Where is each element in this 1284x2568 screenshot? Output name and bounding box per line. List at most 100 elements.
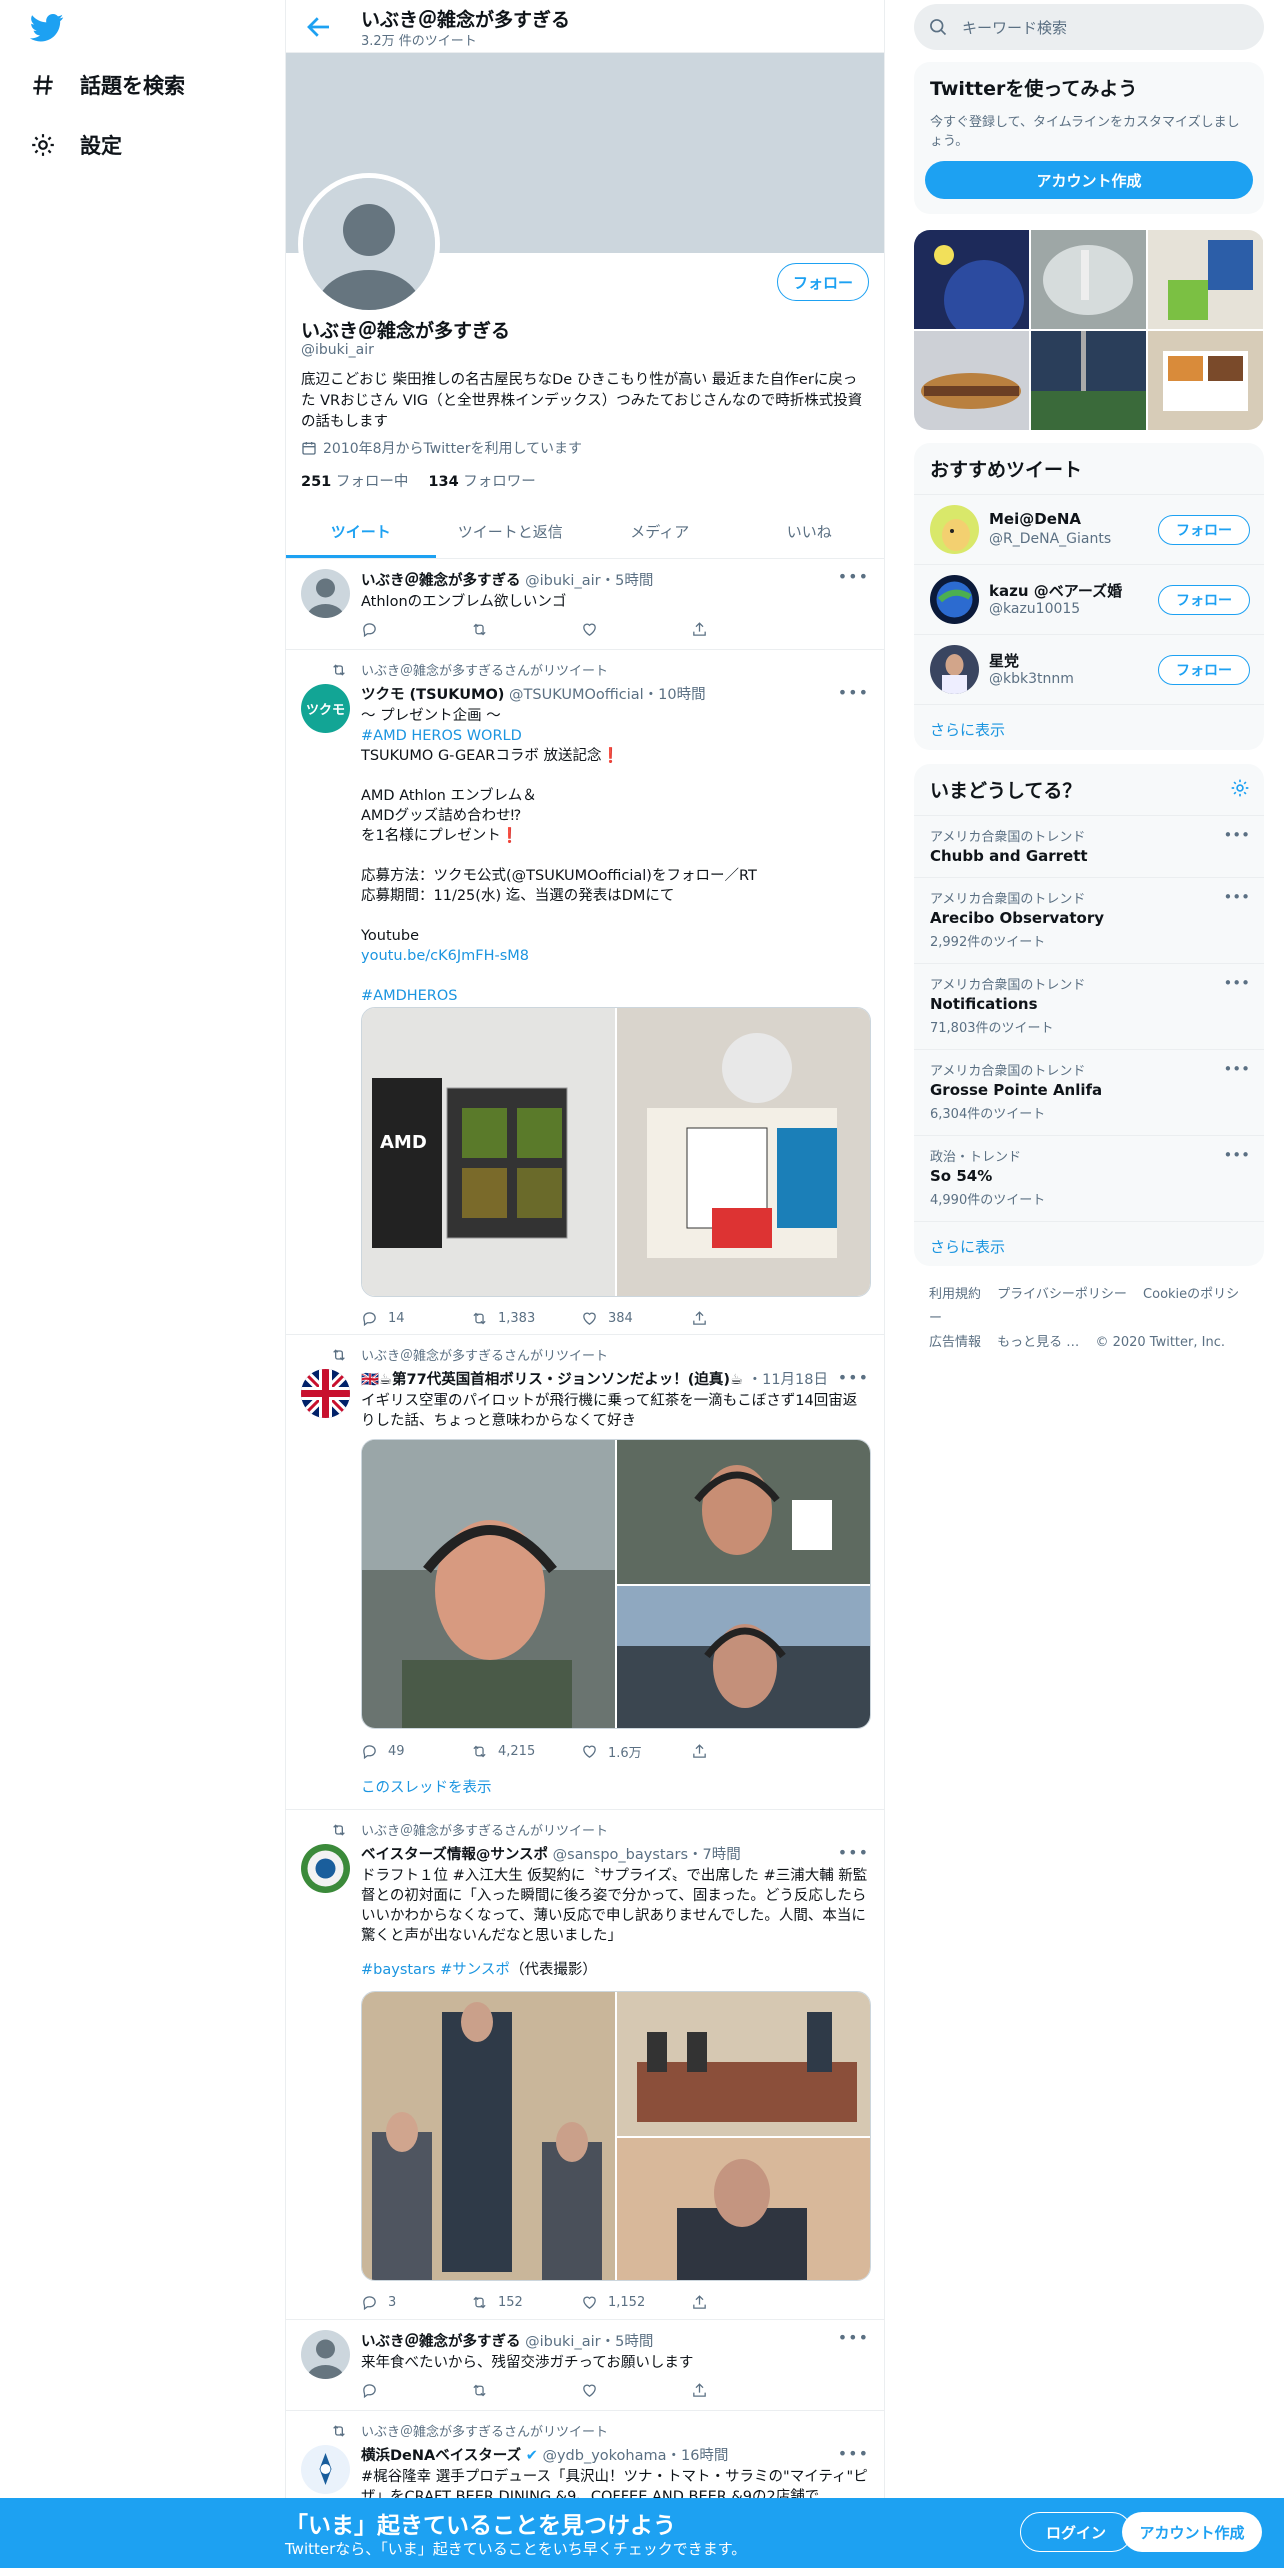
like-button[interactable] [581, 2382, 691, 2399]
avatar[interactable] [301, 1844, 350, 1893]
recommended-show-more[interactable]: さらに表示 [914, 704, 1264, 750]
tweet[interactable]: いぶき＠雑念が多すぎるさんがリツイート ベイスターズ情報@サンスポ @sansp… [286, 1810, 884, 2320]
share-button[interactable] [691, 621, 801, 638]
share-button[interactable] [691, 2294, 801, 2311]
tweet-author[interactable]: 横浜DeNAベイスターズ [361, 2448, 521, 2464]
avatar[interactable] [930, 575, 979, 624]
tweet-media[interactable]: AMD [361, 1007, 871, 1297]
reply-button[interactable]: 3 [361, 2294, 471, 2311]
avatar[interactable] [301, 2445, 350, 2494]
tab-likes[interactable]: いいね [735, 505, 885, 558]
reply-button[interactable]: 49 [361, 1742, 471, 1761]
media-image[interactable] [617, 2138, 870, 2280]
tweet-media[interactable] [361, 1439, 871, 1729]
more-icon[interactable]: ••• [1223, 1060, 1250, 1078]
tab-tweets[interactable]: ツイート [286, 505, 436, 558]
avatar[interactable] [930, 505, 979, 554]
media-thumb[interactable] [1031, 331, 1146, 430]
share-button[interactable] [691, 2382, 801, 2399]
tweet[interactable]: いぶき＠雑念が多すぎるさんがリツイート 🇬🇧☕第77代英国首相ボリス・ジョンソン… [286, 1335, 884, 1810]
more-icon[interactable]: ••• [838, 2444, 869, 2463]
more-icon[interactable]: ••• [838, 683, 869, 702]
recommended-user[interactable]: kazu @ベアーズ婚 @kazu10015 フォロー [914, 564, 1264, 634]
recommended-user[interactable]: 星党 @kbk3tnnm フォロー [914, 634, 1264, 704]
search-input[interactable]: キーワード検索 [914, 4, 1264, 50]
trend-item[interactable]: アメリカ合衆国のトレンド Chubb and Garrett ••• [914, 815, 1264, 877]
reply-button[interactable] [361, 2382, 471, 2399]
more-icon[interactable]: ••• [838, 567, 869, 586]
avatar[interactable]: ツクモ [301, 684, 350, 733]
media-image[interactable] [362, 1440, 615, 1728]
tweet-link[interactable]: youtu.be/cK6JmFH-sM8 [361, 946, 871, 966]
followers-link[interactable]: 134 フォロワー [428, 470, 535, 491]
retweet-button[interactable]: 152 [471, 2294, 581, 2311]
trend-item[interactable]: 政治・トレンド So 54% 4,990件のツイート ••• [914, 1135, 1264, 1221]
tweet-time[interactable]: ・7時間 [688, 1847, 741, 1863]
media-thumb[interactable] [1031, 230, 1146, 329]
tweet-hashtags[interactable]: #baystars #サンスポ [361, 1962, 510, 1978]
following-link[interactable]: 251 フォロー中 [301, 470, 408, 491]
retweet-button[interactable]: 4,215 [471, 1742, 581, 1761]
tweet-author[interactable]: 🇬🇧☕第77代英国首相ボリス・ジョンソンだよッ！(迫真)☕ [361, 1372, 743, 1388]
avatar[interactable] [301, 569, 350, 618]
share-button[interactable] [691, 1742, 801, 1761]
footer-link[interactable]: プライバシーポリシー [997, 1287, 1127, 1302]
media-thumb[interactable] [1148, 331, 1263, 430]
trend-item[interactable]: アメリカ合衆国のトレンド Notifications 71,803件のツイート … [914, 963, 1264, 1049]
nav-settings[interactable]: 設定 [30, 125, 122, 165]
nav-explore[interactable]: 話題を検索 [30, 65, 185, 105]
follow-button[interactable]: フォロー [1158, 585, 1250, 615]
gear-icon[interactable] [1230, 778, 1250, 798]
retweet-button[interactable]: 1,383 [471, 1310, 581, 1327]
tweet-media[interactable] [361, 1991, 871, 2281]
profile-follow-button[interactable]: フォロー [777, 263, 869, 301]
signup-button[interactable]: アカウント作成 [1122, 2512, 1262, 2552]
tweet-author[interactable]: ベイスターズ情報@サンスポ [361, 1847, 548, 1863]
more-icon[interactable]: ••• [838, 2328, 869, 2347]
tweet[interactable]: いぶき＠雑念が多すぎるさんがリツイート ツクモ ツクモ (TSUKUMO) @T… [286, 650, 884, 1335]
media-image[interactable]: AMD [362, 1008, 615, 1296]
more-icon[interactable]: ••• [838, 1368, 869, 1387]
footer-link[interactable]: もっと見る … [997, 1335, 1079, 1350]
recommended-user[interactable]: Mei@DeNA @R_DeNA_Giants フォロー [914, 494, 1264, 564]
create-account-button[interactable]: アカウント作成 [925, 161, 1253, 199]
follow-button[interactable]: フォロー [1158, 655, 1250, 685]
more-icon[interactable]: ••• [1223, 826, 1250, 844]
tweet-time[interactable]: ・5時間 [601, 573, 654, 589]
trend-item[interactable]: アメリカ合衆国のトレンド Arecibo Observatory 2,992件の… [914, 877, 1264, 963]
trend-item[interactable]: アメリカ合衆国のトレンド Grosse Pointe Anlifa 6,304件… [914, 1049, 1264, 1135]
media-image[interactable] [617, 1586, 870, 1728]
tweet-hashtag[interactable]: #AMDHEROS [361, 986, 871, 1006]
tab-tweets-replies[interactable]: ツイートと返信 [436, 505, 586, 558]
reply-button[interactable]: 14 [361, 1310, 471, 1327]
reply-button[interactable] [361, 621, 471, 638]
recommended-name[interactable]: kazu @ベアーズ婚 [989, 580, 1122, 601]
footer-link[interactable]: 広告情報 [929, 1335, 981, 1350]
media-thumb[interactable] [914, 331, 1029, 430]
more-icon[interactable]: ••• [1223, 1146, 1250, 1164]
tweet[interactable]: いぶき＠雑念が多すぎる @ibuki_air・5時間 Athlonのエンブレム欲… [286, 559, 884, 650]
tweet[interactable]: いぶき＠雑念が多すぎる @ibuki_air・5時間 来年食べたいから、残留交渉… [286, 2320, 884, 2411]
media-image[interactable] [617, 1992, 870, 2136]
retweet-button[interactable] [471, 2382, 581, 2399]
like-button[interactable]: 384 [581, 1310, 691, 1327]
avatar[interactable] [301, 1369, 350, 1418]
media-image[interactable] [617, 1008, 870, 1296]
tweet-author[interactable]: ツクモ (TSUKUMO) [361, 687, 504, 703]
tweet-time[interactable]: ・16時間 [666, 2448, 728, 2464]
footer-link[interactable]: 利用規約 [929, 1287, 981, 1302]
share-button[interactable] [691, 1310, 801, 1327]
media-image[interactable] [617, 1440, 870, 1584]
twitter-bird-icon[interactable] [30, 14, 64, 42]
follow-button[interactable]: フォロー [1158, 515, 1250, 545]
recommended-name[interactable]: 星党 [989, 650, 1019, 671]
media-image[interactable] [362, 1992, 615, 2280]
avatar[interactable] [301, 2330, 350, 2379]
show-thread-link[interactable]: このスレッドを表示 [361, 1776, 492, 1797]
retweet-button[interactable] [471, 621, 581, 638]
tweet-time[interactable]: ・11月18日 [748, 1372, 828, 1388]
recommended-name[interactable]: Mei@DeNA [989, 510, 1081, 528]
tweet-author[interactable]: いぶき＠雑念が多すぎる [361, 573, 521, 589]
like-button[interactable] [581, 621, 691, 638]
media-thumb[interactable] [1148, 230, 1263, 329]
